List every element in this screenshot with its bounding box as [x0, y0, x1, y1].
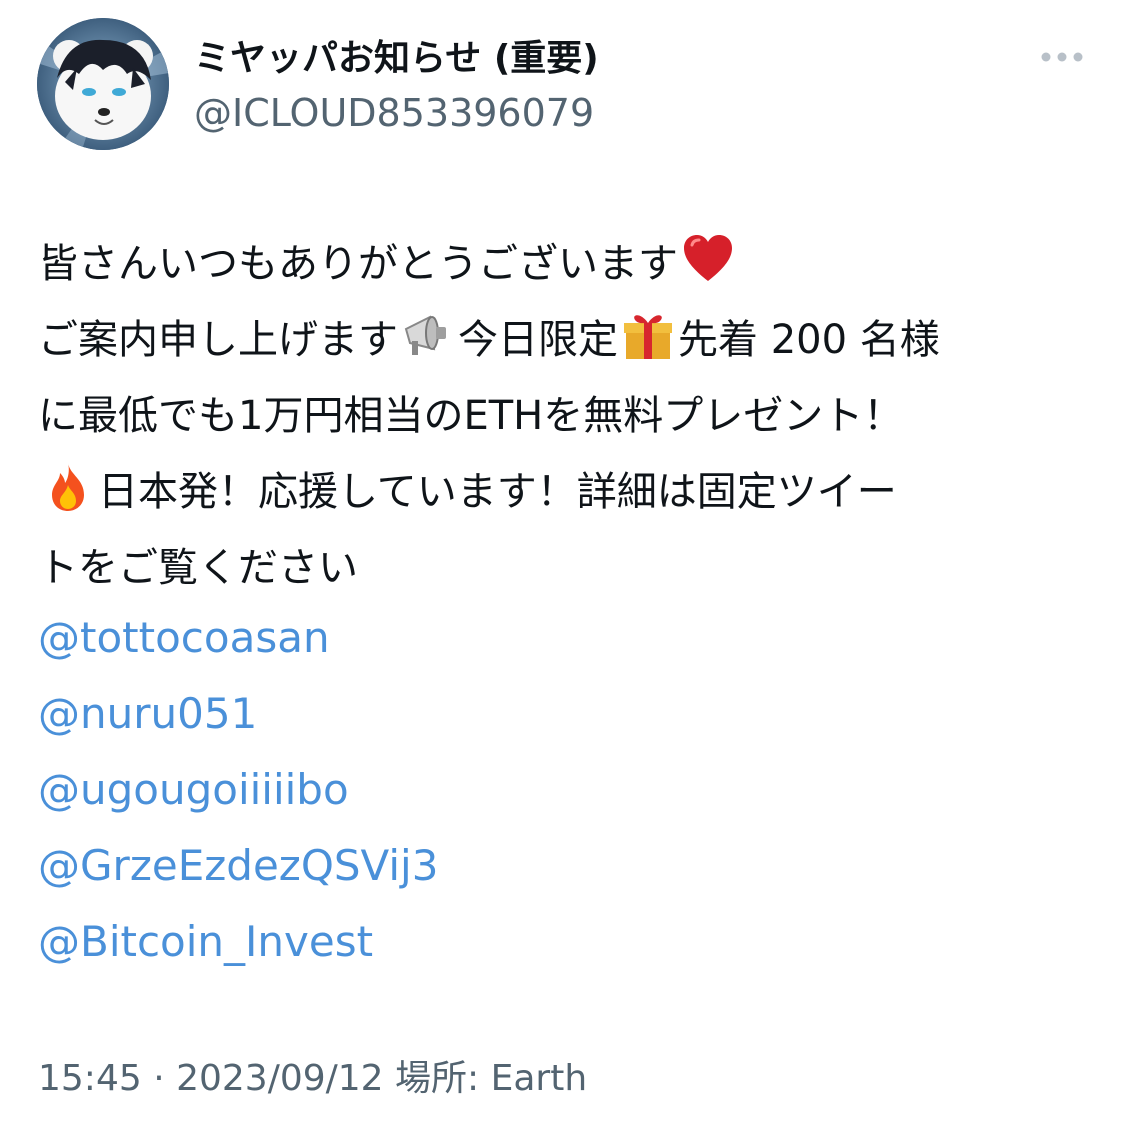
mention-link[interactable]: @Bitcoin_Invest	[38, 904, 438, 980]
author-avatar[interactable]	[37, 18, 169, 150]
tweet-line-3: に最低でも1万円相当のETHを無料プレゼント！	[38, 393, 904, 439]
megaphone-icon	[400, 307, 456, 363]
tweet-timestamp[interactable]: 15:45 · 2023/09/12	[38, 1058, 384, 1099]
mention-list: @tottocoasan @nuru051 @ugougoiiiiibo @Gr…	[38, 600, 438, 980]
tweet-line-5: トをご覧ください	[38, 545, 358, 591]
author-display-name[interactable]: ミヤッパお知らせ (重要)	[194, 34, 599, 84]
tweet-location: 場所: Earth	[395, 1058, 588, 1099]
tweet-line-2: ご案内申し上げます 今日限定 先着 200 名様	[38, 302, 1098, 378]
tweet-text-segment: 皆さんいつもありがとうございます	[38, 241, 678, 287]
tweet-text-segment: 今日限定	[458, 317, 618, 363]
fire-icon	[40, 459, 96, 515]
tweet-text-segment: ご案内申し上げます	[38, 317, 398, 363]
tweet: ミヤッパお知らせ (重要) @ICLOUD853396079 皆さんいつもありが…	[0, 0, 1125, 1125]
tweet-line-4: 日本発！応援しています！詳細は固定ツイー	[38, 454, 1098, 530]
mention-link[interactable]: @nuru051	[38, 676, 438, 752]
tweet-text-segment: 日本発！応援しています！詳細は固定ツイー	[98, 469, 897, 515]
tweet-meta: 15:45 · 2023/09/12 場所: Earth	[38, 1052, 587, 1106]
author-handle[interactable]: @ICLOUD853396079	[194, 88, 594, 138]
mention-link[interactable]: @ugougoiiiiibo	[38, 752, 438, 828]
tweet-line-1: 皆さんいつもありがとうございます	[38, 226, 1098, 302]
mention-link[interactable]: @GrzeEzdezQSVij3	[38, 828, 438, 904]
more-horizontal-icon[interactable]	[1038, 46, 1086, 68]
tweet-text: 皆さんいつもありがとうございます ご案内申し上げます 今日限定 先着 200 名様 …	[38, 226, 1098, 606]
bear-avatar-icon	[37, 18, 169, 150]
gift-icon	[620, 307, 676, 363]
red-heart-icon	[680, 231, 736, 287]
tweet-text-segment: 先着 200 名様	[678, 317, 940, 363]
mention-link[interactable]: @tottocoasan	[38, 600, 438, 676]
